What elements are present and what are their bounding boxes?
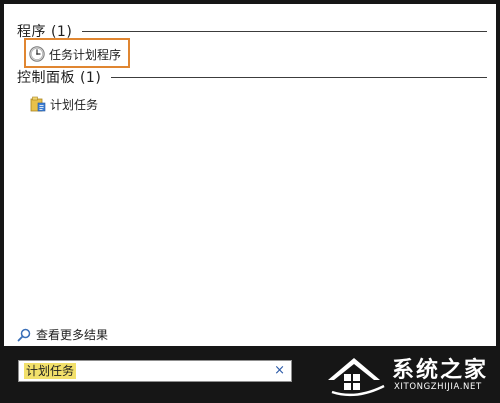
- start-menu-search: 程序 (1) 任务计划程序 控制面板 (1) 计划任务 查看更多结果 计划任务 …: [0, 0, 500, 403]
- group-header-programs[interactable]: 程序 (1): [17, 21, 487, 41]
- watermark-domain: XITONGZHIJIA.NET: [394, 382, 482, 392]
- clock-icon: [29, 46, 45, 62]
- result-item-scheduled-tasks[interactable]: 计划任务: [30, 94, 98, 114]
- result-item-task-scheduler[interactable]: 任务计划程序: [29, 41, 125, 67]
- group-divider: [82, 31, 487, 32]
- group-header-control-panel-label: 控制面板 (1): [17, 70, 102, 86]
- watermark: 系统之家 XITONGZHIJIA.NET: [322, 346, 498, 402]
- result-item-label: 计划任务: [50, 97, 99, 112]
- search-icon: [17, 328, 31, 342]
- search-results-panel: 程序 (1) 任务计划程序 控制面板 (1) 计划任务 查看更多结果: [4, 4, 496, 346]
- search-input[interactable]: 计划任务 ×: [18, 360, 292, 382]
- folder-tasks-icon: [30, 96, 46, 112]
- search-query-text: 计划任务: [24, 363, 77, 379]
- result-item-label: 任务计划程序: [49, 47, 122, 62]
- group-divider: [111, 77, 487, 78]
- watermark-name: 系统之家: [392, 358, 489, 383]
- watermark-logo-icon: [322, 350, 392, 398]
- see-more-label: 查看更多结果: [36, 328, 109, 342]
- see-more-results-link[interactable]: 查看更多结果: [17, 326, 108, 343]
- group-header-control-panel[interactable]: 控制面板 (1): [17, 67, 487, 87]
- clear-search-icon[interactable]: ×: [274, 363, 285, 379]
- group-header-programs-label: 程序 (1): [17, 24, 73, 40]
